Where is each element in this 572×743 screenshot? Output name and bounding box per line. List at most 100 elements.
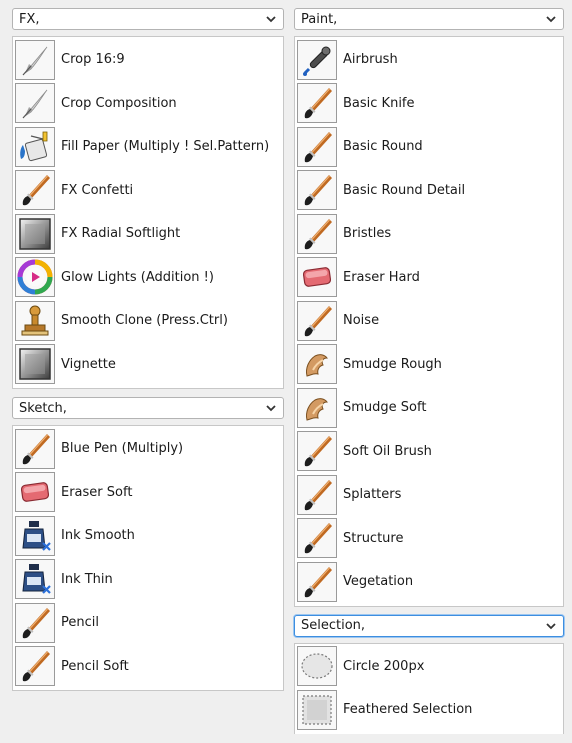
selection-category-dropdown[interactable]: Selection, — [294, 614, 564, 637]
sketch-brush-list: Blue Pen (Multiply) Eraser Soft Ink Smoo… — [12, 425, 284, 691]
brush-icon — [297, 431, 337, 472]
sketch-brush-item[interactable]: Eraser Soft — [15, 471, 283, 515]
brush-item-label: Soft Oil Brush — [343, 443, 432, 459]
paint-brush-list: Airbrush Basic Knife Basic Round Basic R… — [294, 36, 564, 607]
brush-icon — [297, 300, 337, 341]
brush-icon — [15, 602, 55, 643]
brush-icon — [297, 126, 337, 167]
brush-item-label: Circle 200px — [343, 658, 425, 674]
paint-category-dropdown[interactable]: Paint, — [294, 8, 564, 30]
brush-icon — [15, 646, 55, 687]
brush-item-label: Ink Smooth — [61, 528, 135, 544]
paint-brush-item[interactable]: Structure — [297, 517, 563, 561]
brush-item-label: Pencil Soft — [61, 658, 129, 674]
brush-icon — [15, 428, 55, 469]
paint-brush-item[interactable]: Basic Knife — [297, 82, 563, 126]
brush-item-label: Structure — [343, 530, 404, 546]
brush-item-label: Basic Round — [343, 139, 423, 155]
airbrush-icon — [297, 39, 337, 80]
fx-brush-item[interactable]: Vignette — [15, 343, 283, 387]
brush-item-label: FX Radial Softlight — [61, 226, 181, 242]
brush-item-label: Basic Knife — [343, 95, 415, 111]
selection-brush-list: Circle 200px Feathered Selection — [294, 642, 564, 734]
paint-bucket-icon — [15, 126, 55, 167]
paint-brush-item[interactable]: Bristles — [297, 212, 563, 256]
quill-icon — [15, 39, 55, 80]
brush-item-label: Bristles — [343, 226, 392, 242]
sketch-category-dropdown[interactable]: Sketch, — [12, 397, 284, 419]
brush-icon — [297, 518, 337, 559]
color-wheel-icon — [15, 257, 55, 298]
fx-brush-item[interactable]: FX Radial Softlight — [15, 212, 283, 256]
chevron-down-icon — [545, 620, 557, 632]
brush-item-label: Splatters — [343, 487, 402, 503]
sketch-brush-item[interactable]: Pencil — [15, 601, 283, 645]
sketch-brush-item[interactable]: Blue Pen (Multiply) — [15, 427, 283, 471]
brush-item-label: Eraser Soft — [61, 484, 133, 500]
brush-item-label: Fill Paper (Multiply ! Sel.Pattern) — [61, 139, 270, 155]
chevron-down-icon — [265, 13, 277, 25]
brush-icon — [297, 213, 337, 254]
sketch-category-label: Sketch, — [19, 400, 67, 416]
brush-icon — [15, 170, 55, 211]
paint-brush-item[interactable]: Basic Round Detail — [297, 169, 563, 213]
stamp-icon — [15, 300, 55, 341]
brush-icon — [297, 474, 337, 515]
brush-item-label: Basic Round Detail — [343, 182, 466, 198]
brush-item-label: Vegetation — [343, 574, 414, 590]
selection-category-label: Selection, — [301, 618, 366, 633]
left-column: FX, Crop 16:9 Crop Composition Fill Pape… — [12, 8, 284, 691]
circle-selection-icon — [297, 646, 337, 687]
paint-brush-item[interactable]: Noise — [297, 299, 563, 343]
brush-item-label: FX Confetti — [61, 182, 134, 198]
brush-item-label: Blue Pen (Multiply) — [61, 441, 184, 457]
paint-brush-item[interactable]: Splatters — [297, 473, 563, 517]
fx-brush-item[interactable]: Crop Composition — [15, 82, 283, 126]
paint-brush-item[interactable]: Vegetation — [297, 560, 563, 604]
eraser-icon — [297, 257, 337, 298]
fx-brush-list: Crop 16:9 Crop Composition Fill Paper (M… — [12, 36, 284, 389]
paint-brush-item[interactable]: Airbrush — [297, 38, 563, 82]
brush-item-label: Pencil — [61, 615, 99, 631]
brush-item-label: Ink Thin — [61, 571, 113, 587]
brush-item-label: Smudge Soft — [343, 400, 427, 416]
fx-category-label: FX, — [19, 11, 40, 27]
gradient-square-icon — [15, 213, 55, 254]
brush-item-label: Noise — [343, 313, 380, 329]
fx-brush-item[interactable]: FX Confetti — [15, 169, 283, 213]
fx-brush-item[interactable]: Glow Lights (Addition !) — [15, 256, 283, 300]
paint-category-label: Paint, — [301, 11, 338, 27]
chevron-down-icon — [265, 402, 277, 414]
selection-brush-item[interactable]: Feathered Selection — [297, 688, 563, 732]
brush-item-label: Eraser Hard — [343, 269, 420, 285]
paint-brush-item[interactable]: Soft Oil Brush — [297, 430, 563, 474]
paint-brush-item[interactable]: Smudge Rough — [297, 343, 563, 387]
ink-bottle-icon — [15, 515, 55, 556]
gradient-square-icon — [15, 344, 55, 385]
paint-brush-item[interactable]: Smudge Soft — [297, 386, 563, 430]
smudge-icon — [297, 387, 337, 428]
sketch-brush-item[interactable]: Ink Thin — [15, 558, 283, 602]
brush-item-label: Vignette — [61, 356, 116, 372]
paint-brush-item[interactable]: Basic Round — [297, 125, 563, 169]
fx-category-dropdown[interactable]: FX, — [12, 8, 284, 30]
brush-item-label: Smooth Clone (Press.Ctrl) — [61, 313, 228, 329]
sketch-brush-item[interactable]: Ink Smooth — [15, 514, 283, 558]
brush-icon — [297, 170, 337, 211]
paint-brush-item[interactable]: Eraser Hard — [297, 256, 563, 300]
fx-brush-item[interactable]: Crop 16:9 — [15, 38, 283, 82]
right-column: Paint, Airbrush Basic Knife Basic Round … — [294, 8, 564, 734]
brush-item-label: Feathered Selection — [343, 702, 473, 718]
fx-brush-item[interactable]: Smooth Clone (Press.Ctrl) — [15, 299, 283, 343]
brush-item-label: Smudge Rough — [343, 356, 442, 372]
sketch-brush-item[interactable]: Pencil Soft — [15, 645, 283, 689]
fx-brush-item[interactable]: Fill Paper (Multiply ! Sel.Pattern) — [15, 125, 283, 169]
eraser-icon — [15, 472, 55, 513]
brush-item-label: Airbrush — [343, 52, 398, 68]
smudge-icon — [297, 344, 337, 385]
selection-brush-item[interactable]: Circle 200px — [297, 645, 563, 689]
brush-item-label: Glow Lights (Addition !) — [61, 269, 214, 285]
square-selection-icon — [297, 689, 337, 730]
quill-icon — [15, 83, 55, 124]
chevron-down-icon — [545, 13, 557, 25]
